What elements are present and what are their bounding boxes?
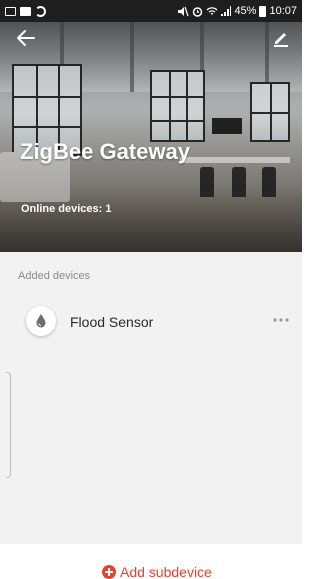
device-name: Flood Sensor [70, 314, 154, 330]
device-icon [26, 306, 56, 336]
folder-icon [20, 6, 31, 16]
battery-percent: 45% [234, 5, 257, 17]
clock: 10:07 [269, 5, 297, 17]
gateway-title: ZigBee Gateway [20, 139, 190, 164]
device-more-button[interactable] [270, 310, 292, 330]
water-drop-icon [36, 314, 46, 328]
device-list-panel: Added devices Flood Sensor [0, 252, 302, 544]
signal-icon [221, 5, 232, 16]
add-subdevice-button[interactable]: Add subdevice [102, 562, 212, 579]
status-bar-left [5, 5, 46, 17]
image-overlay [0, 22, 302, 252]
status-bar: 45% 10:07 [0, 0, 302, 22]
online-devices-count: Online devices: 1 [21, 203, 112, 215]
back-button[interactable] [14, 26, 38, 50]
gateway-header-image [0, 22, 302, 252]
add-circle-icon [102, 565, 116, 579]
pencil-icon [274, 33, 288, 47]
gallery-icon [5, 6, 16, 16]
add-subdevice-label: Add subdevice [120, 564, 212, 579]
alarm-icon [193, 6, 203, 17]
edit-button[interactable] [270, 27, 292, 49]
device-row-flood-sensor[interactable]: Flood Sensor [0, 298, 302, 344]
more-horizontal-icon [273, 318, 289, 322]
section-label: Added devices [18, 270, 91, 282]
bottom-bar: Add subdevice [0, 544, 302, 579]
sync-icon [35, 5, 46, 17]
side-panel-handle[interactable] [6, 372, 11, 478]
wifi-icon [206, 6, 218, 15]
battery-icon [259, 5, 267, 17]
mute-icon [178, 6, 190, 16]
arrow-left-icon [17, 30, 35, 46]
status-bar-right: 45% 10:07 [177, 5, 297, 17]
